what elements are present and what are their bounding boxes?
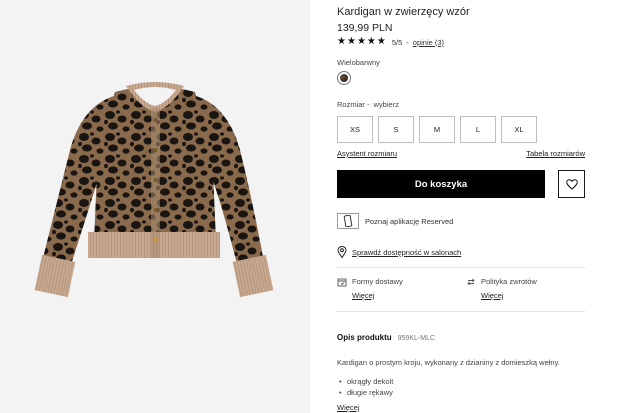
delivery-text: Formy dostawy Więcej <box>352 277 403 300</box>
size-button-xs[interactable]: XS <box>337 116 373 143</box>
description-more-link[interactable]: Więcej <box>337 403 360 412</box>
returns-label: Polityka zwrotów <box>481 277 537 286</box>
app-promo-text: Poznaj aplikację Reserved <box>365 216 454 226</box>
color-label: Wielobarwny <box>337 58 380 67</box>
product-code: 959KL-MLC <box>397 335 436 342</box>
star-icon: ★ <box>356 36 366 47</box>
store-availability[interactable]: Sprawdź dostępność w salonach <box>337 246 461 258</box>
size-button-l[interactable]: L <box>460 116 496 143</box>
returns-text: Polityka zwrotów Więcej <box>481 277 537 300</box>
product-title: Kardigan w zwierzęcy wzór <box>337 6 470 18</box>
list-item: okrągły dekolt <box>337 376 393 387</box>
app-promo[interactable]: Poznaj aplikację Reserved <box>337 213 453 229</box>
product-price: 139,99 PLN <box>337 22 393 34</box>
rating-stars: ★ ★ ★ ★ ★ <box>337 37 386 47</box>
swatch-fill <box>340 74 348 82</box>
delivery-more-link[interactable]: Więcej <box>352 291 403 300</box>
size-label: Rozmiar - wybierz <box>337 100 399 109</box>
description-text: Kardigan o prostym kroju, wykonany z dzi… <box>337 358 560 367</box>
returns-more-link[interactable]: Więcej <box>481 291 537 300</box>
size-assistant-link[interactable]: Asystent rozmiaru <box>337 149 397 158</box>
divider <box>337 311 585 312</box>
delivery-options: Formy dostawy Więcej <box>337 277 403 300</box>
description-bullets: okrągły dekolt długie rękawy <box>337 376 393 398</box>
star-icon: ★ <box>376 36 386 47</box>
wishlist-button[interactable] <box>558 170 585 198</box>
cardigan-image <box>34 82 274 298</box>
star-icon: ★ <box>346 36 356 47</box>
size-choose-text: wybierz <box>373 100 399 109</box>
return-arrows-icon <box>467 278 475 286</box>
delivery-box-icon <box>337 278 347 287</box>
color-swatch[interactable] <box>337 71 351 85</box>
size-links: Asystent rozmiaru Tabela rozmiarów <box>337 149 585 158</box>
description-header: Opis produktu 959KL-MLC <box>337 333 435 342</box>
size-button-s[interactable]: S <box>378 116 414 143</box>
size-options: XS S M L XL <box>337 116 537 143</box>
phone-icon <box>337 213 359 229</box>
product-image-panel[interactable] <box>0 0 310 413</box>
size-button-xl[interactable]: XL <box>501 116 537 143</box>
delivery-label: Formy dostawy <box>352 277 403 286</box>
rating-value: 5/5 <box>391 37 403 47</box>
store-availability-link: Sprawdź dostępność w salonach <box>352 247 462 257</box>
star-icon: ★ <box>366 36 376 47</box>
divider <box>337 267 585 268</box>
size-label-text: Rozmiar - <box>337 100 370 109</box>
returns-policy: Polityka zwrotów Więcej <box>466 277 537 300</box>
rating-row: ★ ★ ★ ★ ★ 5/5 - opinie (3) <box>337 37 444 47</box>
location-pin-icon <box>337 246 347 258</box>
size-table-link[interactable]: Tabela rozmiarów <box>526 149 585 158</box>
star-icon: ★ <box>337 36 346 47</box>
heart-icon <box>565 178 578 190</box>
rating-separator: - <box>406 37 409 47</box>
list-item: długie rękawy <box>337 387 393 398</box>
reviews-link[interactable]: opinie (3) <box>413 38 444 47</box>
size-button-m[interactable]: M <box>419 116 455 143</box>
add-to-cart-button[interactable]: Do koszyka <box>337 170 545 198</box>
description-heading: Opis produktu <box>337 333 392 342</box>
